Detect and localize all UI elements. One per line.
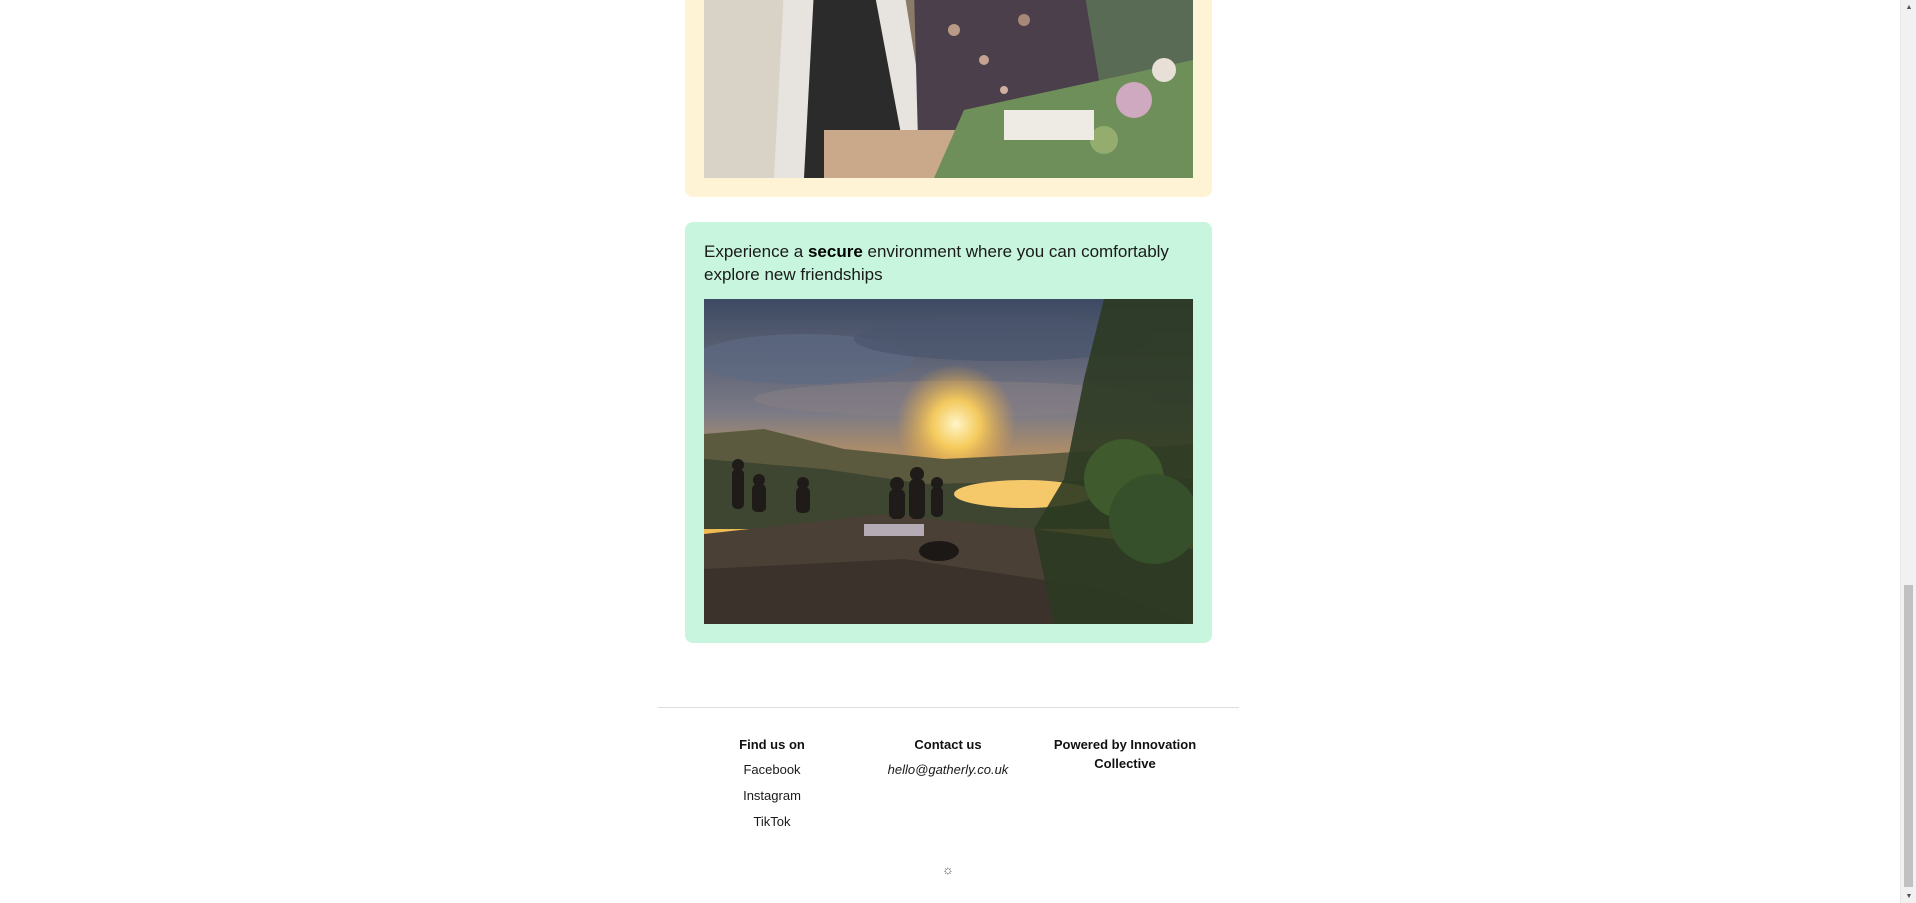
caption-text-bold: secure (807, 242, 863, 261)
instagram-link[interactable]: Instagram (712, 786, 832, 805)
workshop-photo (704, 0, 1193, 178)
tiktok-link[interactable]: TikTok (712, 812, 832, 831)
sunset-photo-image (704, 299, 1193, 624)
workshop-photo-image (704, 0, 1193, 178)
vertical-scrollbar[interactable]: ▲ ▼ (1900, 0, 1916, 903)
powered-by-text[interactable]: Powered by Innovation Collective (1045, 735, 1205, 773)
workshop-card (685, 0, 1212, 197)
facebook-link[interactable]: Facebook (712, 760, 832, 779)
scroll-down-arrow-icon[interactable]: ▼ (1901, 889, 1916, 903)
sunset-photo (704, 299, 1193, 624)
footer-find-us: Find us on Facebook Instagram TikTok (712, 735, 832, 838)
footer-divider (658, 707, 1239, 708)
sun-icon[interactable]: ☼ (940, 861, 956, 877)
scrollbar-thumb[interactable] (1904, 585, 1913, 887)
caption-text-before: Experience a (704, 242, 808, 261)
contact-heading: Contact us (914, 737, 982, 752)
secure-environment-caption: Experience a secure environment where yo… (704, 240, 1184, 286)
footer-powered-by: Powered by Innovation Collective (1045, 735, 1205, 779)
contact-email-link[interactable]: hello@gatherly.co.uk (868, 760, 1028, 779)
secure-environment-card: Experience a secure environment where yo… (685, 222, 1212, 643)
footer-contact: Contact us hello@gatherly.co.uk (868, 735, 1028, 786)
page-viewport: Experience a secure environment where yo… (0, 0, 1916, 903)
find-us-heading: Find us on (739, 737, 805, 752)
scroll-up-arrow-icon[interactable]: ▲ (1901, 0, 1916, 14)
